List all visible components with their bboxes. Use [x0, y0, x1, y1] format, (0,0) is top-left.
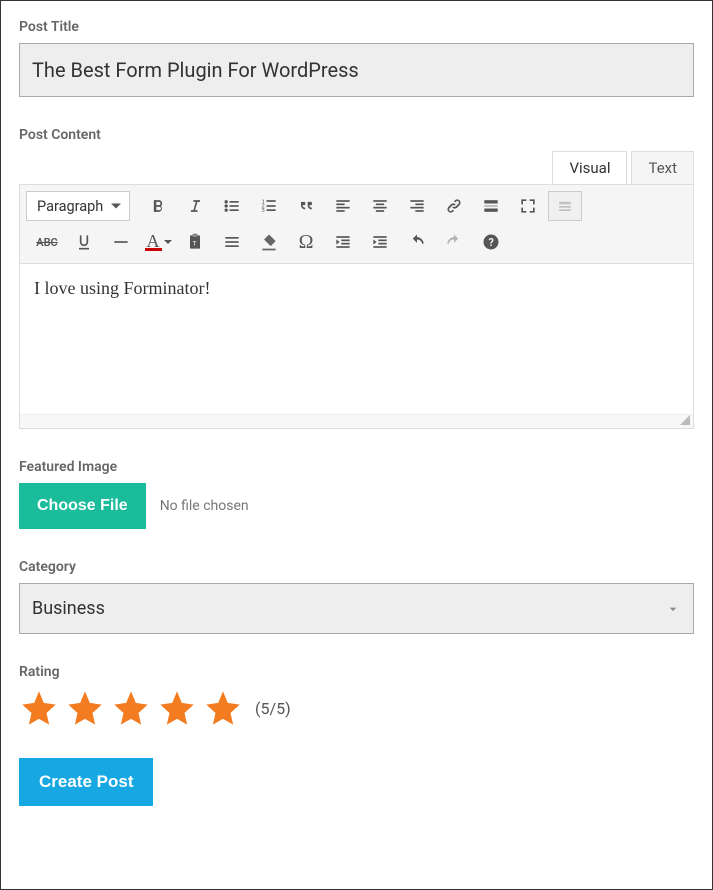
featured-image-group: Featured Image Choose File No file chose… — [19, 459, 694, 529]
svg-text:T: T — [193, 239, 197, 247]
featured-image-label: Featured Image — [19, 459, 694, 475]
category-select[interactable]: Business — [19, 583, 694, 634]
editor-wrap: Paragraph 123 ABC A T Ω — [19, 184, 694, 429]
bold-icon[interactable] — [141, 191, 175, 221]
link-icon[interactable] — [437, 191, 471, 221]
post-title-label: Post Title — [19, 19, 694, 35]
star-1-icon[interactable] — [19, 688, 59, 728]
editor-resize-handle[interactable] — [20, 414, 693, 428]
category-label: Category — [19, 559, 694, 575]
star-3-icon[interactable] — [111, 688, 151, 728]
post-title-input[interactable] — [19, 43, 694, 97]
align-right-icon[interactable] — [400, 191, 434, 221]
horizontal-rule-icon[interactable] — [104, 227, 138, 257]
category-group: Category Business — [19, 559, 694, 634]
undo-icon[interactable] — [400, 227, 434, 257]
indent-icon[interactable] — [363, 227, 397, 257]
star-2-icon[interactable] — [65, 688, 105, 728]
create-post-button[interactable]: Create Post — [19, 758, 153, 806]
strikethrough-icon[interactable]: ABC — [30, 227, 64, 257]
star-5-icon[interactable] — [203, 688, 243, 728]
fullscreen-icon[interactable] — [511, 191, 545, 221]
toolbar-toggle-icon[interactable] — [548, 191, 582, 221]
help-icon[interactable]: ? — [474, 227, 508, 257]
file-row: Choose File No file chosen — [19, 483, 694, 529]
outdent-icon[interactable] — [326, 227, 360, 257]
rating-text: (5/5) — [255, 699, 291, 718]
post-content-group: Post Content Visual Text Paragraph 123 A… — [19, 127, 694, 429]
post-content-label: Post Content — [19, 127, 694, 143]
chevron-down-icon — [665, 601, 681, 617]
format-select[interactable]: Paragraph — [26, 191, 130, 221]
paste-text-icon[interactable]: T — [178, 227, 212, 257]
format-select-label: Paragraph — [37, 198, 103, 215]
bullet-list-icon[interactable] — [215, 191, 249, 221]
remove-format-icon[interactable] — [252, 227, 286, 257]
blockquote-icon[interactable] — [289, 191, 323, 221]
editor-tabs: Visual Text — [19, 151, 694, 184]
rating-group: Rating (5/5) — [19, 664, 694, 728]
numbered-list-icon[interactable]: 123 — [252, 191, 286, 221]
redo-icon[interactable] — [437, 227, 471, 257]
svg-text:?: ? — [489, 236, 494, 249]
post-title-group: Post Title — [19, 19, 694, 97]
svg-text:3: 3 — [262, 208, 265, 214]
editor-content[interactable]: I love using Forminator! — [20, 264, 693, 414]
align-left-icon[interactable] — [326, 191, 360, 221]
special-character-icon[interactable]: Ω — [289, 227, 323, 257]
editor-toolbar: Paragraph 123 ABC A T Ω — [20, 185, 693, 264]
file-status: No file chosen — [160, 498, 249, 514]
tab-text[interactable]: Text — [631, 151, 694, 184]
rating-row: (5/5) — [19, 688, 694, 728]
toolbar-row2: ABC A T Ω ? — [26, 227, 687, 257]
rating-label: Rating — [19, 664, 694, 680]
editor-body-text: I love using Forminator! — [34, 278, 210, 298]
choose-file-button[interactable]: Choose File — [19, 483, 146, 529]
clear-formatting-icon[interactable] — [215, 227, 249, 257]
text-color-icon[interactable]: A — [141, 227, 175, 257]
align-center-icon[interactable] — [363, 191, 397, 221]
category-value: Business — [32, 598, 105, 619]
star-4-icon[interactable] — [157, 688, 197, 728]
underline-icon[interactable] — [67, 227, 101, 257]
read-more-icon[interactable] — [474, 191, 508, 221]
italic-icon[interactable] — [178, 191, 212, 221]
tab-visual[interactable]: Visual — [552, 151, 627, 184]
